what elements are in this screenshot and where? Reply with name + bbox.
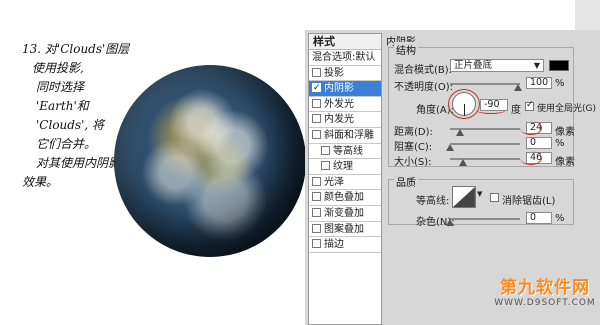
style-item-label: 投影 — [324, 67, 344, 79]
site-watermark: 第九软件网 WWW.D9SOFT.COM — [490, 273, 600, 308]
style-checkbox[interactable] — [312, 67, 321, 77]
global-light-checkbox[interactable] — [525, 100, 534, 111]
quality-title: 品质 — [394, 174, 418, 189]
style-checkbox[interactable] — [312, 176, 321, 186]
style-item[interactable]: 纹理 — [309, 159, 381, 175]
contour-label: 等高线: — [416, 196, 450, 207]
style-checkbox[interactable] — [312, 98, 321, 108]
style-item-label: 渐变叠加 — [324, 207, 364, 219]
size-slider-thumb[interactable] — [459, 159, 467, 166]
style-checkbox[interactable] — [312, 129, 321, 139]
style-item[interactable]: 图案叠加 — [309, 222, 381, 238]
style-item[interactable]: 内发光 — [309, 112, 381, 128]
style-item-label: 斜面和浮雕 — [324, 129, 374, 141]
opacity-input[interactable]: 100 — [526, 77, 552, 89]
size-label: 大小(S): — [394, 157, 432, 168]
note-line: 13. 对'Clouds'图层 — [22, 42, 130, 56]
choke-input[interactable]: 0 — [526, 137, 552, 149]
style-item-label: 等高线 — [333, 145, 363, 157]
style-checkbox[interactable] — [312, 192, 321, 202]
size-unit: 像素 — [555, 157, 575, 168]
annotation-mark-size — [520, 151, 542, 165]
structure-title: 结构 — [394, 42, 418, 57]
opacity-slider-thumb[interactable] — [514, 84, 522, 91]
note-line: 同时选择 — [36, 80, 85, 94]
opacity-slider[interactable] — [450, 83, 520, 85]
annotation-circle-angle — [448, 89, 480, 119]
style-checkbox[interactable] — [321, 145, 330, 155]
choke-slider-thumb[interactable] — [446, 144, 454, 151]
style-checkbox[interactable] — [312, 114, 321, 124]
angle-unit: 度 — [511, 105, 521, 116]
style-checkbox[interactable] — [312, 207, 321, 217]
shadow-color-swatch[interactable] — [549, 60, 569, 71]
style-item-label: 纹理 — [333, 161, 353, 173]
note-line: 使用投影, — [32, 61, 84, 75]
style-checkbox[interactable] — [312, 81, 321, 96]
noise-slider-thumb[interactable] — [446, 219, 454, 226]
style-item-label: 内发光 — [324, 114, 354, 126]
style-item[interactable]: 等高线 — [309, 144, 381, 160]
style-item-label: 光泽 — [324, 176, 344, 188]
antialias-label: 消除锯齿(L) — [502, 196, 556, 207]
style-item[interactable]: 投影 — [309, 66, 381, 82]
chevron-down-icon: ▼ — [533, 61, 540, 70]
watermark-url: WWW.D9SOFT.COM — [494, 298, 596, 308]
style-item[interactable]: 混合选项:默认 — [309, 50, 381, 66]
contour-curve-icon — [453, 187, 475, 207]
top-blank-area — [305, 0, 600, 30]
style-item[interactable]: 外发光 — [309, 97, 381, 113]
styles-list-panel: 样式 混合选项:默认投影内阴影外发光内发光斜面和浮雕等高线纹理光泽颜色叠加渐变叠… — [308, 33, 382, 325]
distance-label: 距离(D): — [394, 127, 433, 138]
style-checkbox[interactable] — [312, 223, 321, 233]
style-item-label: 图案叠加 — [324, 223, 364, 235]
noise-input[interactable]: 0 — [526, 212, 552, 224]
styles-title[interactable]: 样式 — [309, 34, 381, 50]
style-item[interactable]: 渐变叠加 — [309, 206, 381, 222]
global-light-label: 使用全局光(G) — [537, 104, 596, 114]
style-item-label: 颜色叠加 — [324, 192, 364, 204]
choke-slider[interactable] — [450, 143, 520, 145]
distance-slider-thumb[interactable] — [456, 129, 464, 136]
blend-mode-select[interactable]: 正片叠底 ▼ — [450, 59, 544, 72]
style-item-label: 内阴影 — [324, 83, 354, 95]
opacity-unit: % — [555, 78, 565, 89]
noise-unit: % — [555, 213, 565, 224]
style-item[interactable]: 颜色叠加 — [309, 190, 381, 206]
style-item[interactable]: 斜面和浮雕 — [309, 128, 381, 144]
noise-slider[interactable] — [450, 218, 520, 220]
annotation-mark-distance — [520, 121, 542, 135]
choke-label: 阻塞(C): — [394, 142, 433, 153]
style-item[interactable]: 光泽 — [309, 175, 381, 191]
style-item-label: 描边 — [324, 239, 344, 251]
style-item-label: 混合选项:默认 — [312, 52, 376, 63]
style-item[interactable]: 内阴影 — [309, 81, 381, 97]
style-checkbox[interactable] — [321, 161, 330, 171]
style-item-label: 外发光 — [324, 98, 354, 110]
contour-dropdown-icon[interactable]: ▼ — [477, 190, 482, 198]
note-line: 'Earth'和 — [36, 99, 89, 113]
document-canvas: 13. 对'Clouds'图层 使用投影, 同时选择 'Earth'和 'Clo… — [0, 0, 306, 325]
scroll-strip — [575, 0, 600, 30]
blend-mode-label: 混合模式(B): — [394, 65, 453, 76]
choke-unit: % — [555, 138, 565, 149]
watermark-title: 第九软件网 — [500, 278, 590, 298]
annotation-underline-angle — [476, 106, 506, 114]
contour-picker[interactable] — [452, 186, 476, 208]
blend-mode-value: 正片叠底 — [454, 60, 493, 71]
opacity-label: 不透明度(O): — [394, 82, 454, 93]
style-item[interactable]: 描边 — [309, 237, 381, 253]
distance-unit: 像素 — [555, 127, 575, 138]
antialias-checkbox[interactable] — [490, 193, 499, 202]
earth-globe-image — [114, 65, 306, 257]
style-checkbox[interactable] — [312, 239, 321, 249]
